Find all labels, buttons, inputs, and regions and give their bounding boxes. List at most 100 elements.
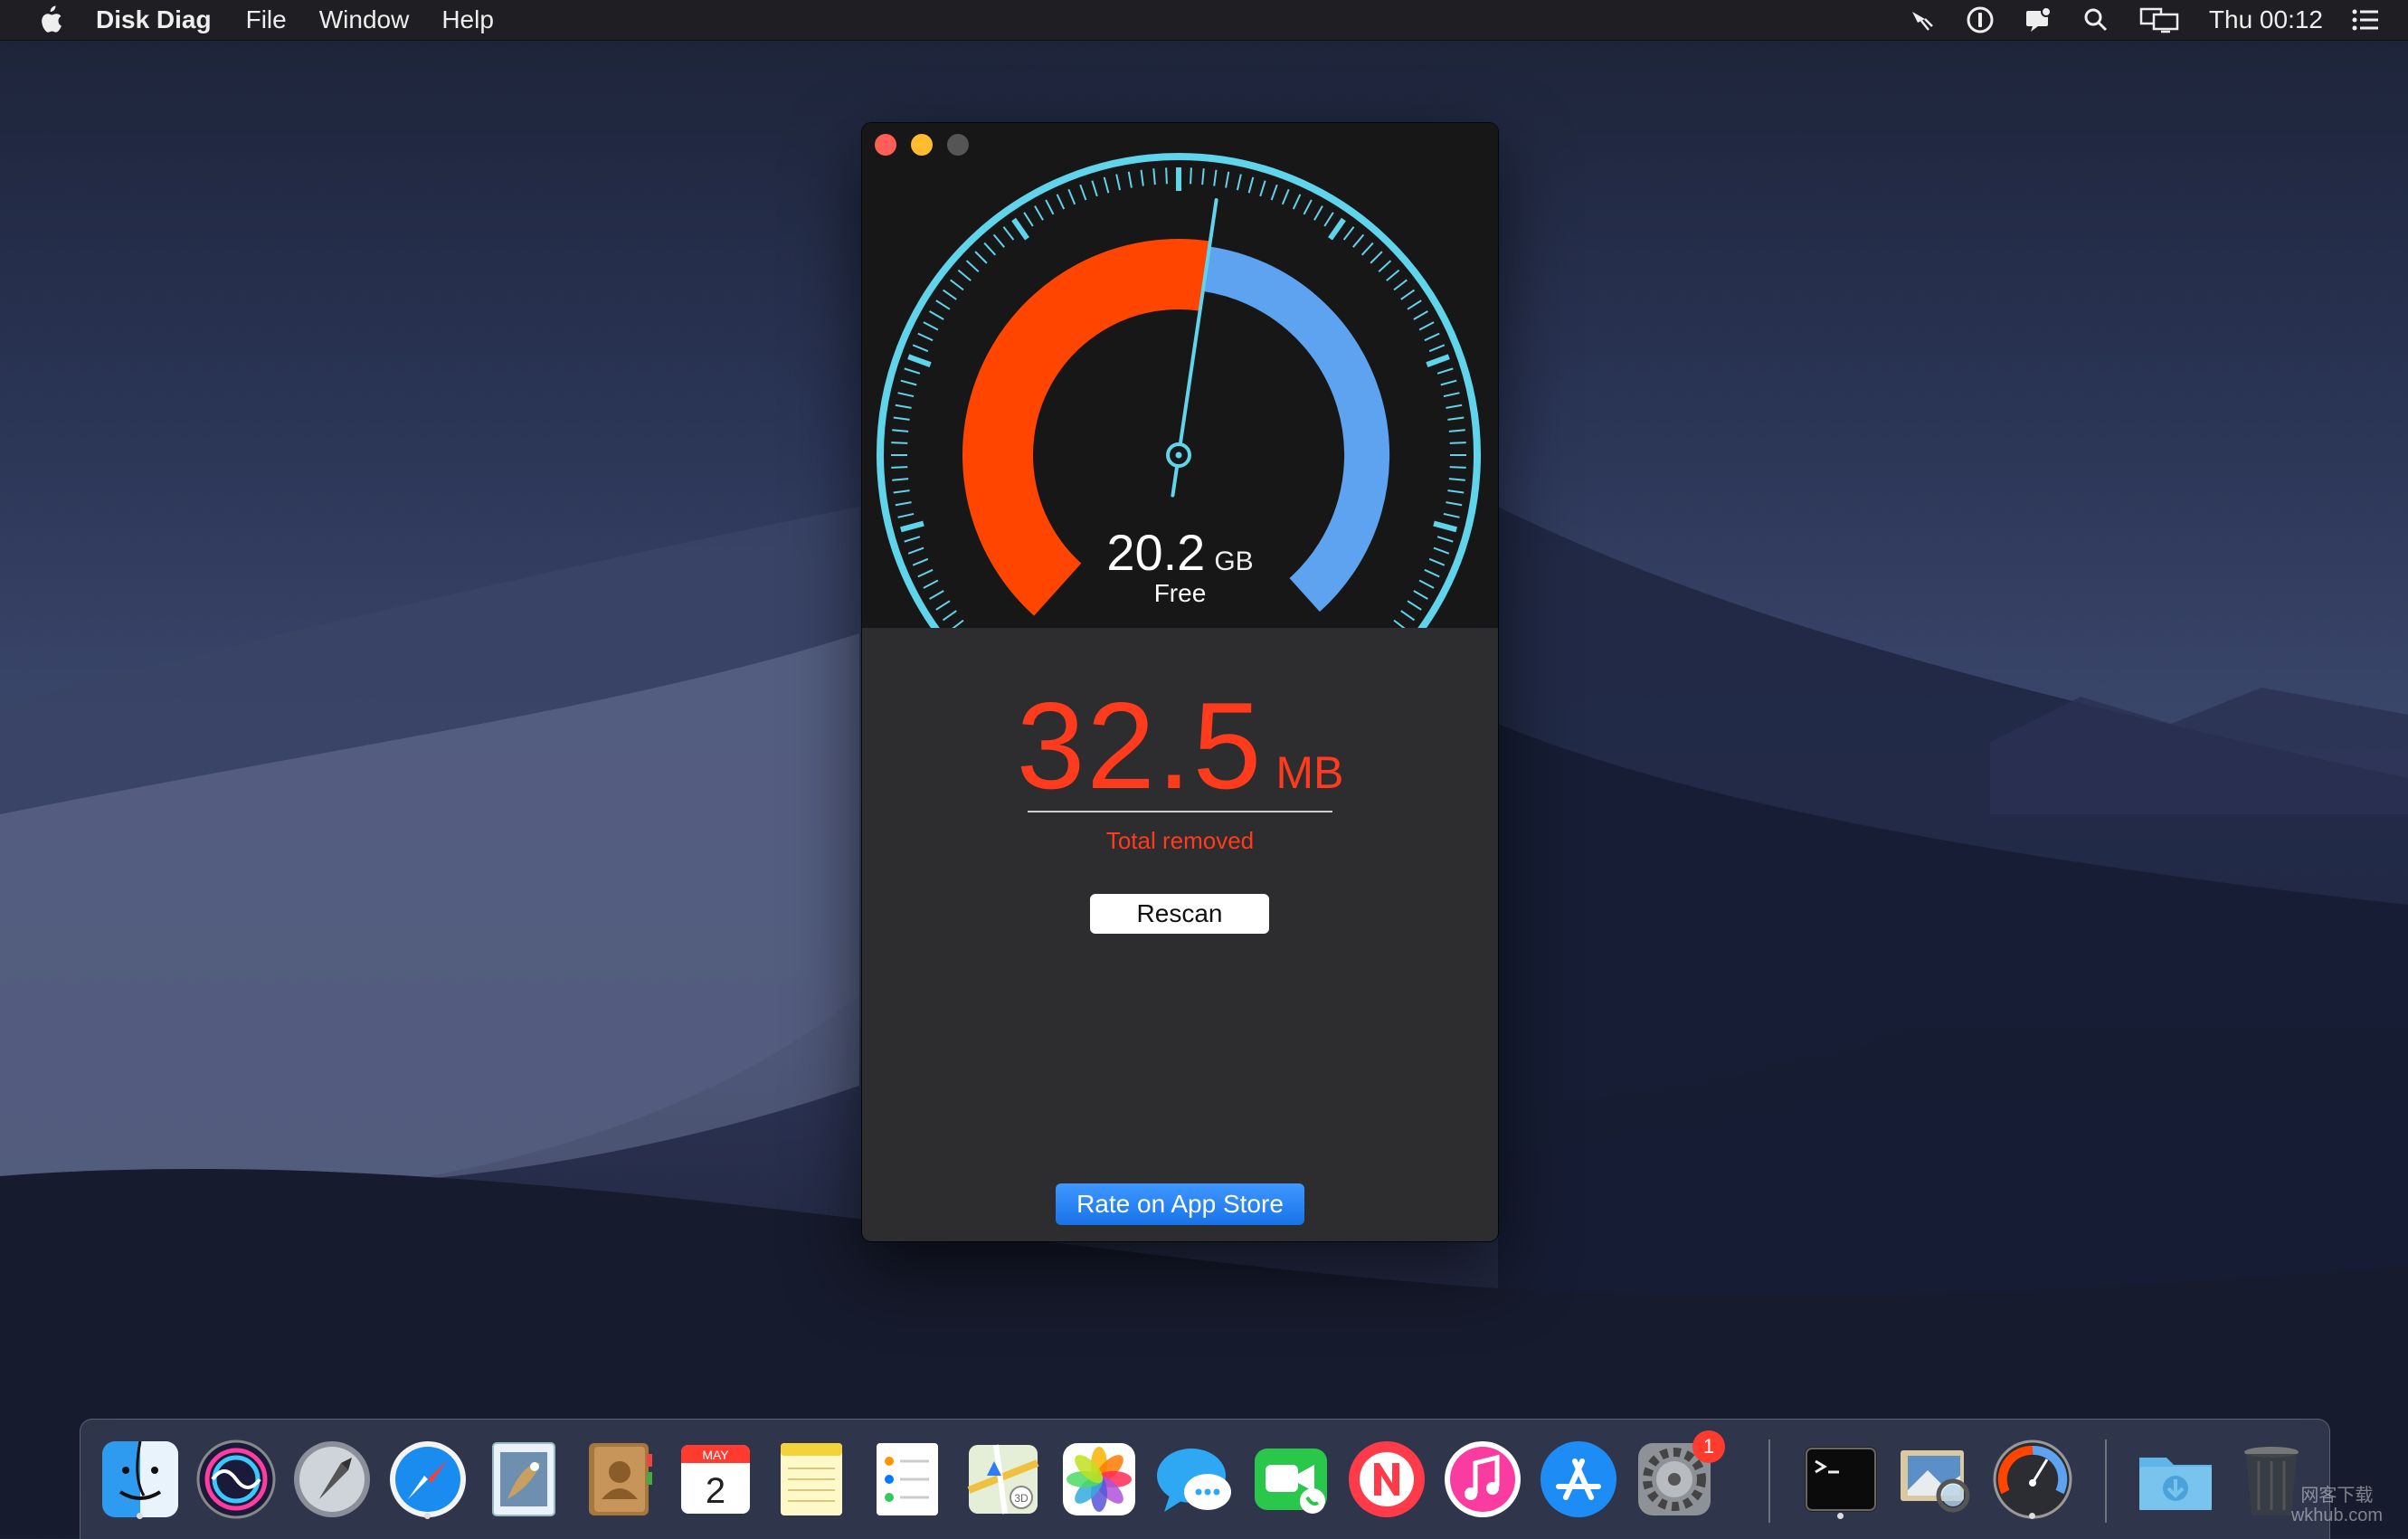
itunes-icon[interactable] [1439, 1436, 1526, 1523]
gauge-minor-tick [1259, 180, 1266, 197]
menu-bar: Disk Diag File Window Help Thu 00:12 [0, 0, 2408, 40]
gauge-minor-tick [1045, 199, 1055, 215]
gauge-minor-tick [1056, 194, 1066, 210]
gauge-minor-tick [900, 379, 917, 386]
gauge-minor-tick [912, 344, 929, 353]
gauge-minor-tick [1023, 212, 1034, 227]
messages-icon[interactable] [1152, 1436, 1238, 1523]
watermark-line-1: 网客下载 [2300, 1486, 2374, 1506]
gauge-minor-tick [1446, 501, 1463, 507]
gauge-minor-tick [1400, 610, 1416, 622]
menu-file[interactable]: File [246, 5, 287, 34]
gauge-minor-tick [1236, 174, 1242, 191]
gauge-minor-tick [935, 299, 951, 310]
dock-separator [2105, 1439, 2107, 1523]
gauge-minor-tick [1378, 260, 1392, 273]
free-space-label: Free [1153, 579, 1207, 607]
notes-icon[interactable] [768, 1436, 855, 1523]
facetime-icon[interactable] [1247, 1436, 1334, 1523]
gauge-minor-tick [1127, 171, 1133, 188]
terminal-icon[interactable] [1797, 1436, 1884, 1523]
app-store-icon[interactable] [1535, 1436, 1622, 1523]
gauge-minor-tick [1115, 174, 1122, 191]
gauge-minor-tick [1313, 205, 1323, 221]
free-space-readout: 20.2 GB [862, 523, 1498, 582]
gauge-minor-tick [1436, 367, 1454, 375]
gauge-minor-tick [1447, 416, 1465, 421]
removed-readout: 32.5 MB [862, 675, 1498, 816]
notification-status-icon[interactable] [2023, 5, 2053, 35]
gauge-minor-tick [1370, 251, 1383, 264]
gauge-minor-tick [974, 251, 988, 264]
onepassword-status-icon[interactable] [1965, 5, 1996, 35]
minimize-button[interactable] [911, 134, 933, 156]
gauge-minor-tick [1448, 429, 1465, 432]
gauge-minor-tick [1393, 279, 1408, 291]
zoom-button[interactable] [947, 134, 969, 156]
gauge-major-tick [907, 354, 932, 367]
satellite-status-icon[interactable] [1907, 5, 1938, 35]
disk-diag-window: 20.2 GB Free 32.5 MB Total removed Rescan … [862, 123, 1498, 1241]
gauge-minor-tick [1103, 176, 1110, 194]
calendar-month-text: MAY [702, 1448, 729, 1462]
menu-window[interactable]: Window [319, 5, 410, 34]
gauge-minor-tick [893, 416, 910, 421]
gauge-minor-tick [957, 269, 972, 281]
gauge-minor-tick [1352, 233, 1365, 248]
gauge-minor-tick [1034, 205, 1044, 221]
finder-icon[interactable] [97, 1436, 184, 1523]
close-button[interactable] [875, 134, 896, 156]
gauge-minor-tick [1418, 321, 1435, 331]
maps-icon[interactable]: 3D [960, 1436, 1047, 1523]
mail-icon[interactable] [480, 1436, 567, 1523]
gauge-minor-tick [1067, 188, 1076, 205]
gauge-minor-tick [950, 279, 964, 291]
display-mirroring-icon[interactable] [2138, 5, 2182, 35]
downloads-folder-icon[interactable] [2132, 1436, 2219, 1523]
gauge-minor-tick [1303, 199, 1313, 215]
running-indicator [2029, 1513, 2035, 1519]
notification-center-icon[interactable] [2350, 5, 2381, 35]
gauge-minor-tick [1201, 168, 1205, 185]
gauge-minor-tick [1446, 404, 1463, 409]
removed-value: 32.5 [1016, 677, 1264, 814]
contacts-icon[interactable] [576, 1436, 663, 1523]
running-indicator [1837, 1513, 1844, 1519]
gauge-minor-tick [1443, 512, 1460, 518]
gauge-minor-tick [1140, 169, 1144, 186]
preview-icon[interactable] [1893, 1436, 1980, 1523]
gauge-minor-tick [917, 332, 934, 342]
rescan-button[interactable]: Rescan [1090, 894, 1269, 934]
apple-menu-icon[interactable] [36, 4, 63, 36]
gauge-minor-tick [1393, 619, 1406, 628]
gauge-minor-tick [1323, 212, 1334, 227]
system-preferences-icon[interactable]: 1 [1631, 1430, 1725, 1523]
gauge-minor-tick [891, 466, 908, 469]
gauge-minor-tick [1447, 489, 1465, 494]
gauge-minor-tick [1079, 184, 1087, 201]
rate-on-app-store-button[interactable]: Rate on App Store [1056, 1183, 1304, 1225]
watermark: 网客下载 wkhub.com [2291, 1486, 2383, 1525]
news-icon[interactable] [1343, 1436, 1430, 1523]
menu-app-name[interactable]: Disk Diag [96, 5, 212, 34]
menu-clock[interactable]: Thu 00:12 [2209, 5, 2323, 34]
calendar-icon[interactable]: MAY 2 [672, 1436, 759, 1523]
reminders-icon[interactable] [864, 1436, 951, 1523]
gauge-minor-tick [892, 478, 909, 481]
gauge-minor-tick [1424, 332, 1440, 342]
gauge-minor-tick [893, 489, 910, 494]
safari-icon[interactable] [384, 1436, 471, 1523]
gauge-minor-tick [1292, 194, 1302, 210]
gauge-minor-tick [1165, 167, 1168, 185]
launchpad-icon[interactable] [289, 1436, 375, 1523]
photos-icon[interactable] [1056, 1436, 1142, 1523]
siri-icon[interactable] [193, 1436, 280, 1523]
gauge-minor-tick [1413, 310, 1428, 320]
spotlight-search-icon[interactable] [2081, 5, 2111, 35]
gauge-minor-tick [1360, 242, 1374, 256]
gauge-minor-tick [904, 367, 921, 375]
menu-help[interactable]: Help [441, 5, 494, 34]
removed-unit: MB [1275, 747, 1344, 798]
notification-badge: 1 [1692, 1430, 1725, 1463]
disk-diag-icon[interactable] [1989, 1436, 2076, 1523]
